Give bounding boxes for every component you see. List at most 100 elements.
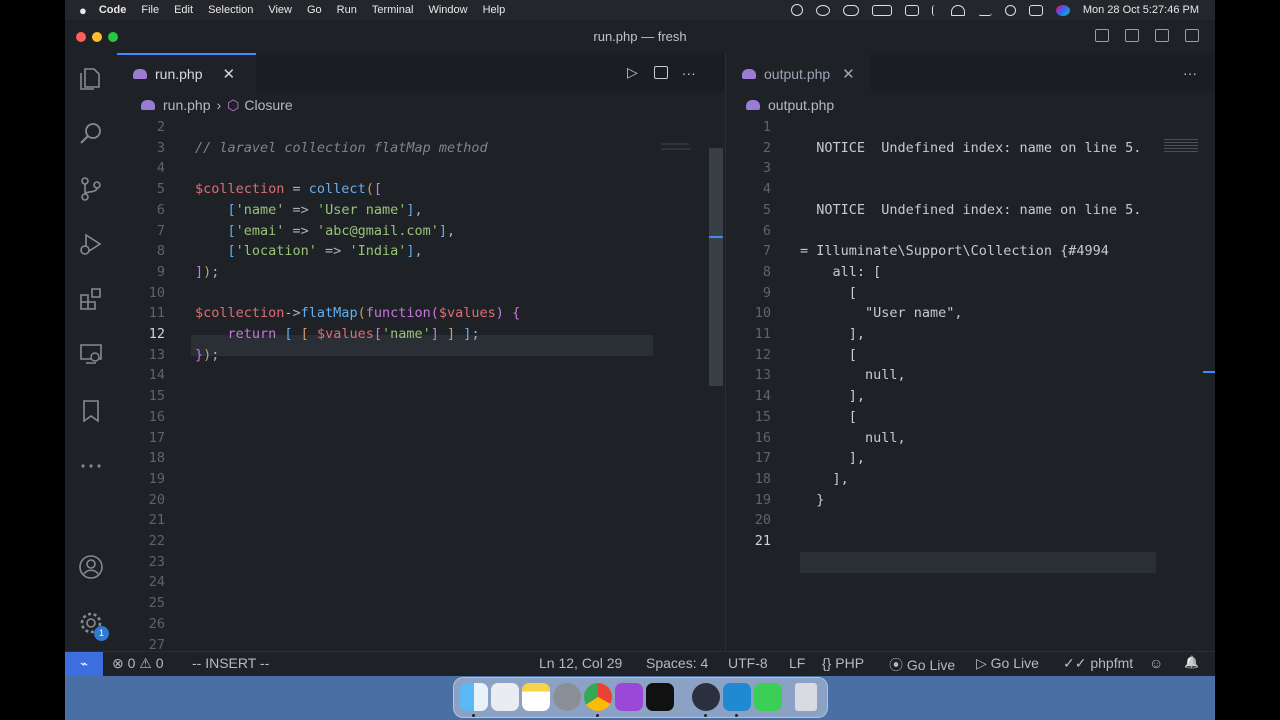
- output-line[interactable]: 9 [: [726, 283, 1215, 304]
- notes-dock-icon[interactable]: [522, 683, 550, 711]
- output-line[interactable]: 21: [726, 531, 1215, 552]
- code-line[interactable]: 3 // laravel collection flatMap method: [117, 138, 725, 159]
- breadcrumb-file[interactable]: output.php: [768, 97, 834, 113]
- quicktime-dock-icon[interactable]: [692, 683, 720, 711]
- more-actions-icon[interactable]: ···: [1183, 65, 1197, 81]
- menu-app-name[interactable]: Code: [99, 4, 127, 16]
- output-line[interactable]: 14 ],: [726, 386, 1215, 407]
- remote-explorer-icon[interactable]: [78, 341, 104, 367]
- cursor-position[interactable]: Ln 12, Col 29: [539, 655, 622, 671]
- output-line[interactable]: 7 = Illuminate\Support\Collection {#4994: [726, 241, 1215, 262]
- airplay-icon[interactable]: [977, 5, 992, 16]
- split-editor-icon[interactable]: [653, 66, 668, 79]
- bluetooth-icon[interactable]: [931, 4, 938, 16]
- code-line[interactable]: 9]);: [117, 262, 725, 283]
- menu-terminal[interactable]: Terminal: [372, 4, 414, 16]
- menu-window[interactable]: Window: [428, 4, 467, 16]
- indentation[interactable]: Spaces: 4: [646, 655, 708, 671]
- facetime-dock-icon[interactable]: [754, 683, 782, 711]
- code-line[interactable]: 10: [117, 283, 725, 304]
- run-debug-icon[interactable]: [78, 231, 104, 257]
- code-line[interactable]: 20: [117, 490, 725, 511]
- code-line[interactable]: 15: [117, 386, 725, 407]
- code-line[interactable]: 23: [117, 552, 725, 573]
- code-line[interactable]: 18: [117, 448, 725, 469]
- apple-tv-dock-icon[interactable]: [646, 683, 674, 711]
- more-actions-icon[interactable]: ···: [682, 65, 696, 81]
- cloud-status-icon[interactable]: [842, 4, 859, 16]
- tab-run-php[interactable]: run.php ✕: [117, 53, 256, 92]
- code-line[interactable]: 4: [117, 158, 725, 179]
- menu-run[interactable]: Run: [337, 4, 357, 16]
- explorer-icon[interactable]: [78, 66, 104, 92]
- trash-dock-icon[interactable]: [795, 683, 817, 711]
- finder-dock-icon[interactable]: [460, 683, 488, 711]
- source-control-icon[interactable]: [78, 176, 104, 202]
- record-status-icon[interactable]: [790, 4, 803, 16]
- output-line[interactable]: 17 ],: [726, 448, 1215, 469]
- run-file-icon[interactable]: ▷: [627, 64, 638, 81]
- apple-menu-icon[interactable]: ●: [79, 3, 87, 18]
- control-center-icon[interactable]: [1028, 4, 1043, 16]
- menu-help[interactable]: Help: [483, 4, 506, 16]
- menubar-clock[interactable]: Mon 28 Oct 5:27:46 PM: [1083, 4, 1199, 16]
- minimap[interactable]: [1164, 139, 1198, 153]
- code-line[interactable]: 5 $collection = collect([: [117, 179, 725, 200]
- toggle-panel-icon[interactable]: [1125, 29, 1139, 42]
- output-line[interactable]: 16 null,: [726, 428, 1215, 449]
- bookmark-icon[interactable]: [78, 398, 104, 424]
- output-line[interactable]: 18 ],: [726, 469, 1215, 490]
- menu-view[interactable]: View: [268, 4, 292, 16]
- breadcrumb-file[interactable]: run.php: [163, 97, 210, 113]
- close-tab-icon[interactable]: ✕: [222, 65, 235, 83]
- keyboard-status-icon[interactable]: [904, 4, 919, 16]
- code-line[interactable]: 6 ['name' => 'User name'],: [117, 200, 725, 221]
- menu-selection[interactable]: Selection: [208, 4, 253, 16]
- close-tab-icon[interactable]: ✕: [842, 65, 855, 83]
- code-line[interactable]: 11 $collection->flatMap(function($values)…: [117, 303, 725, 324]
- code-line[interactable]: 17: [117, 428, 725, 449]
- launchpad-dock-icon[interactable]: [491, 683, 519, 711]
- code-line[interactable]: 21: [117, 510, 725, 531]
- toggle-secondary-sidebar-icon[interactable]: [1155, 29, 1169, 42]
- chrome-dock-icon[interactable]: [584, 683, 612, 711]
- problems-indicator[interactable]: ⊗ 0 ⚠ 0: [112, 655, 164, 672]
- end-of-line[interactable]: LF: [789, 655, 805, 671]
- breadcrumb-symbol[interactable]: Closure: [244, 97, 292, 113]
- battery-icon[interactable]: [871, 4, 892, 16]
- output-line[interactable]: 11 ],: [726, 324, 1215, 345]
- code-line[interactable]: 13});: [117, 345, 725, 366]
- code-line[interactable]: 24: [117, 572, 725, 593]
- spotlight-icon[interactable]: [1004, 4, 1016, 16]
- remote-indicator[interactable]: ⌁: [65, 652, 103, 676]
- encoding[interactable]: UTF-8: [728, 655, 768, 671]
- output-line[interactable]: 19 }: [726, 490, 1215, 511]
- output-line[interactable]: 13 null,: [726, 365, 1215, 386]
- menu-file[interactable]: File: [141, 4, 159, 16]
- code-line[interactable]: 25: [117, 593, 725, 614]
- account-icon[interactable]: [78, 554, 104, 580]
- search-icon[interactable]: [78, 121, 104, 147]
- minimap[interactable]: [661, 143, 689, 145]
- podcasts-dock-icon[interactable]: [615, 683, 643, 711]
- go-live-button-2[interactable]: ▷ Go Live: [976, 655, 1039, 672]
- code-line[interactable]: 2: [117, 117, 725, 138]
- language-mode[interactable]: {} PHP: [822, 655, 864, 671]
- go-live-button[interactable]: ⦿ Go Live: [889, 655, 955, 675]
- notifications-bell-icon[interactable]: 🔔: [1184, 655, 1199, 669]
- feedback-icon[interactable]: ☺: [1149, 655, 1163, 671]
- output-line[interactable]: 10 "User name",: [726, 303, 1215, 324]
- code-line[interactable]: 8 ['location' => 'India'],: [117, 241, 725, 262]
- extensions-icon[interactable]: [78, 286, 104, 312]
- toggle-sidebar-icon[interactable]: [1095, 29, 1109, 42]
- output-line[interactable]: 6: [726, 221, 1215, 242]
- code-line[interactable]: 14: [117, 365, 725, 386]
- menu-go[interactable]: Go: [307, 4, 322, 16]
- output-line[interactable]: 8 all: [: [726, 262, 1215, 283]
- output-line[interactable]: 4: [726, 179, 1215, 200]
- code-line[interactable]: 26: [117, 614, 725, 635]
- output-line[interactable]: 1: [726, 117, 1215, 138]
- code-line[interactable]: 16: [117, 407, 725, 428]
- code-line[interactable]: 7 ['emai' => 'abc@gmail.com'],: [117, 221, 725, 242]
- output-line[interactable]: 5 NOTICE Undefined index: name on line 5…: [726, 200, 1215, 221]
